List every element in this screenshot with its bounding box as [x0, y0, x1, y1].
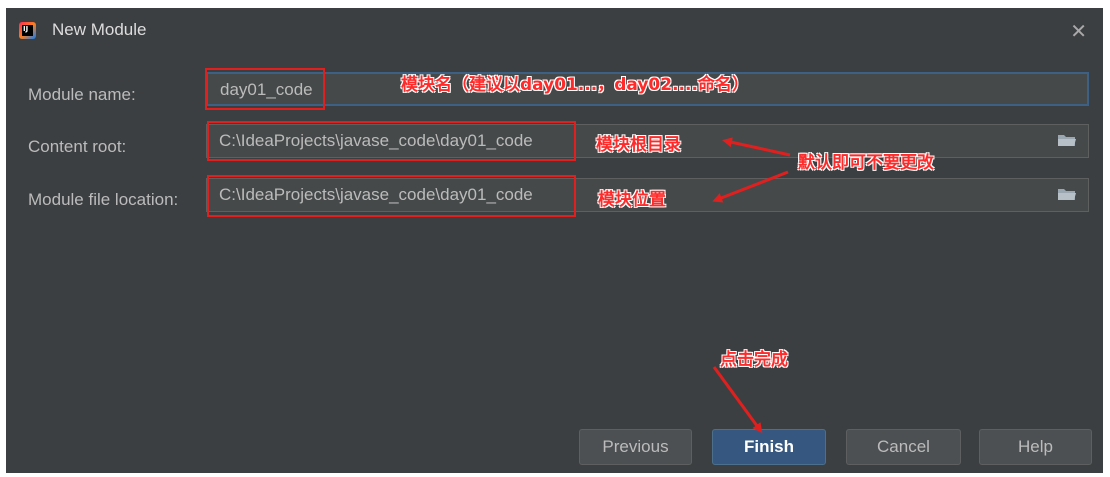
dialog-title: New Module — [52, 20, 147, 39]
content-root-annotation: 模块根目录 — [596, 135, 681, 155]
module-file-location-label: Module file location: — [28, 190, 179, 209]
default-annotation: 默认即可不要更改 — [798, 153, 934, 173]
module-name-label: Module name: — [28, 85, 136, 104]
module-name-value: day01_code — [220, 80, 313, 99]
title-bar: IJ New Module ✕ — [6, 8, 1103, 54]
intellij-idea-icon: IJ — [19, 22, 36, 39]
finish-button[interactable]: Finish — [712, 429, 826, 465]
close-icon[interactable]: ✕ — [1070, 19, 1087, 43]
module-name-annotation: 模块名（建议以day01...，day02....命名） — [401, 75, 749, 95]
cancel-button[interactable]: Cancel — [846, 429, 961, 465]
module-file-location-value: C:\IdeaProjects\javase_code\day01_code — [219, 185, 533, 204]
folder-icon[interactable] — [1058, 188, 1076, 201]
app-icon-text: IJ — [22, 25, 33, 36]
help-button[interactable]: Help — [979, 429, 1092, 465]
finish-annotation: 点击完成 — [720, 350, 788, 370]
content-root-value: C:\IdeaProjects\javase_code\day01_code — [219, 131, 533, 150]
previous-button[interactable]: Previous — [579, 429, 692, 465]
module-location-annotation: 模块位置 — [598, 190, 666, 210]
content-root-label: Content root: — [28, 137, 127, 156]
folder-icon[interactable] — [1058, 134, 1076, 147]
